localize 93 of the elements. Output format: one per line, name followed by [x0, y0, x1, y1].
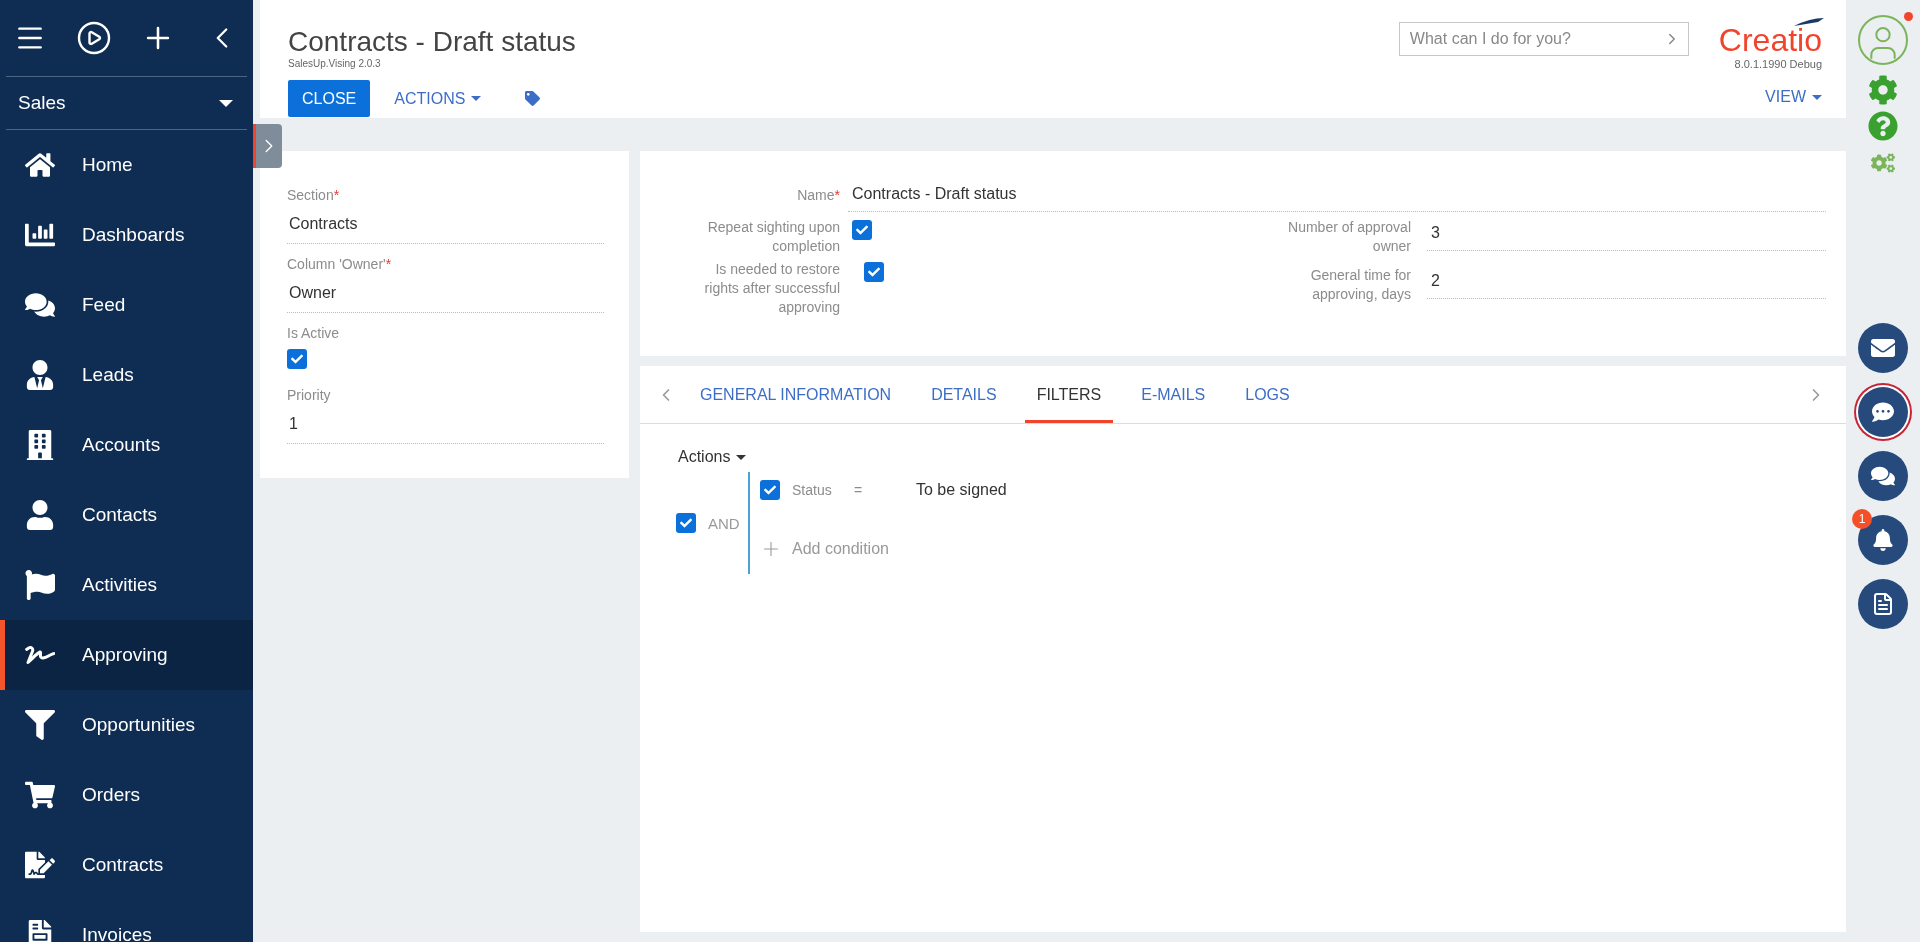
nav-item[interactable]: Feed — [0, 270, 253, 340]
nav-label: Accounts — [82, 434, 161, 456]
swoosh-icon — [1792, 16, 1826, 28]
input-field[interactable]: 3 — [1427, 218, 1826, 251]
nav-item[interactable]: Approving — [0, 620, 253, 690]
nav-label: Dashboards — [82, 224, 185, 246]
document-button[interactable] — [1858, 579, 1908, 629]
tab[interactable]: FILTERS — [1024, 366, 1114, 423]
input-field[interactable]: Contracts — [287, 211, 604, 244]
field-label: Name* — [796, 186, 840, 205]
settings-icon[interactable] — [1868, 75, 1898, 105]
nav-label: Invoices — [82, 924, 152, 942]
email-button[interactable] — [1858, 323, 1908, 373]
check-icon — [680, 517, 692, 529]
document-pen-icon — [22, 850, 58, 880]
nav-label: Leads — [82, 364, 134, 386]
tab[interactable]: E-MAILS — [1129, 366, 1218, 423]
nav-item[interactable]: Activities — [0, 550, 253, 620]
nav-item[interactable]: Orders — [0, 760, 253, 830]
app-version: 8.0.1.1990 Debug — [1734, 58, 1822, 70]
nav-label: Activities — [82, 574, 157, 596]
nav-label: Contacts — [82, 504, 157, 526]
nav-label: Orders — [82, 784, 141, 806]
notifications-button[interactable] — [1858, 515, 1908, 565]
chat-bubbles-icon — [1871, 464, 1895, 488]
close-button[interactable]: CLOSE — [288, 80, 371, 117]
nav-label: Approving — [82, 644, 168, 666]
input-field[interactable]: Owner — [287, 280, 604, 313]
field-label: Section* — [287, 187, 341, 203]
cart-icon — [22, 780, 58, 810]
nav-item[interactable]: Home — [0, 130, 253, 200]
check-icon — [856, 224, 868, 236]
field-label: General time for approving, days — [1309, 266, 1411, 304]
checkbox[interactable] — [864, 262, 884, 282]
input-field[interactable]: Contracts - Draft status — [848, 179, 1826, 212]
play-circle-icon — [75, 20, 112, 56]
nav-label: Feed — [82, 294, 126, 316]
nav-item[interactable]: Leads — [0, 340, 253, 410]
nav-item[interactable]: Accounts — [0, 410, 253, 480]
logo: Creatio — [1718, 22, 1822, 58]
help-icon[interactable] — [1868, 111, 1898, 141]
package-version: SalesUp.Vising 2.0.3 — [288, 58, 382, 70]
tab[interactable]: GENERAL INFORMATION — [688, 366, 904, 423]
nav-item[interactable]: Opportunities — [0, 690, 253, 760]
nav-label: Opportunities — [82, 714, 195, 736]
field-label: Number of approval owner — [1287, 218, 1411, 256]
bell-icon — [1872, 529, 1894, 551]
nav-label: Home — [82, 154, 133, 176]
tab[interactable]: LOGS — [1233, 366, 1302, 423]
field-label: Repeat sighting upon completion — [706, 218, 840, 256]
nav-label: Contracts — [82, 854, 164, 876]
nav-item[interactable]: Contracts — [0, 830, 253, 900]
caret-icon — [219, 99, 233, 107]
checkbox[interactable] — [287, 349, 307, 369]
tab[interactable]: DETAILS — [919, 366, 1009, 423]
chat-icon — [1872, 401, 1894, 423]
chat-bubbles-icon — [22, 290, 58, 320]
view-button[interactable]: VIEW — [1765, 88, 1822, 106]
checkbox[interactable] — [676, 513, 696, 533]
tag-icon — [525, 91, 541, 106]
chat-button[interactable] — [1858, 387, 1908, 437]
check-icon — [291, 353, 303, 365]
nav-item[interactable]: Dashboards — [0, 200, 253, 270]
checkbox[interactable] — [760, 480, 780, 500]
check-icon — [764, 484, 776, 496]
status-dot — [1904, 12, 1913, 21]
envelope-icon — [1871, 336, 1895, 360]
home-icon — [22, 150, 58, 180]
input-field[interactable]: 2 — [1427, 266, 1826, 299]
workplace-selector[interactable]: Sales — [6, 76, 247, 130]
field-label: Column 'Owner'* — [287, 256, 393, 272]
document-icon — [1871, 592, 1895, 616]
input-field[interactable]: 1 — [287, 411, 604, 444]
tag-button[interactable] — [525, 91, 541, 106]
condition-value[interactable]: To be signed — [916, 481, 1007, 499]
page-title: Contracts - Draft status — [288, 26, 576, 58]
field-label: Is needed to restore rights after successful approving — [703, 260, 840, 317]
search-field[interactable]: What can I do for you? — [1398, 22, 1689, 56]
workplace-label: Sales — [18, 92, 66, 114]
check-icon — [868, 266, 880, 278]
field-label: Priority — [287, 387, 332, 403]
play-button[interactable] — [75, 20, 112, 56]
funnel-icon — [22, 710, 58, 740]
condition-column[interactable]: Status — [792, 482, 854, 498]
notification-count: 1 — [1852, 509, 1872, 529]
checkbox[interactable] — [852, 220, 872, 240]
feed-button[interactable] — [1858, 451, 1908, 501]
panel-toggle-button[interactable] — [253, 124, 282, 168]
nav-item[interactable]: Contacts — [0, 480, 253, 550]
actions-button[interactable]: Actions — [678, 448, 747, 466]
nav-item[interactable]: Invoices — [0, 900, 253, 942]
field-label: Is Active — [287, 325, 341, 341]
actions-button[interactable]: ACTIONS — [394, 89, 482, 108]
